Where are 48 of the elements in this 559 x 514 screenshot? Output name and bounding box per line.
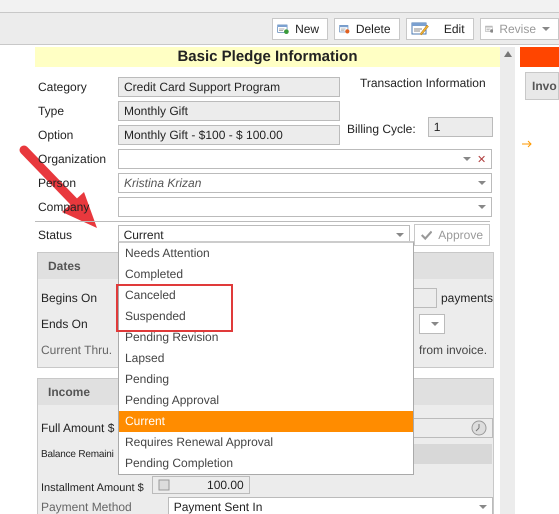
dropdown-caret-icon — [479, 505, 487, 509]
billing-cycle-field: 1 — [428, 117, 493, 137]
payment-method-field[interactable]: Payment Sent In — [168, 497, 493, 514]
field-label: Billing Cycle: — [347, 122, 416, 136]
field-label: Option — [38, 128, 74, 142]
field-label: payments — [440, 291, 493, 305]
date-field[interactable] — [412, 288, 437, 308]
form-field[interactable]: ✕ — [118, 149, 492, 169]
group-title: Income — [48, 385, 90, 399]
form-field[interactable] — [118, 197, 492, 217]
clock-icon — [471, 420, 487, 436]
panel-tab[interactable]: Invo — [525, 72, 559, 100]
form-field: Credit Card Support Program — [118, 77, 340, 97]
dropdown-caret-icon — [463, 157, 471, 161]
field-label: Ends On — [41, 317, 89, 331]
field-label: Type — [38, 104, 66, 118]
toolbar-button[interactable]: Delete — [334, 18, 400, 40]
group-title: Dates — [48, 259, 81, 273]
toolbar-button[interactable]: Edit — [406, 18, 474, 40]
scroll-up-icon[interactable] — [504, 51, 512, 57]
field-label: Organization — [38, 152, 108, 166]
form-field[interactable]: Kristina Krizan — [118, 173, 492, 193]
field-label: Status — [38, 228, 74, 242]
dropdown-caret-icon — [478, 205, 486, 209]
panel-header — [520, 47, 559, 67]
form-field: Monthly Gift — [118, 101, 340, 121]
dropdown-caret-icon — [396, 233, 404, 237]
dropdown-caret-icon — [431, 322, 439, 326]
calculator-icon — [158, 479, 170, 491]
checkmark-icon — [421, 229, 432, 241]
installment-field[interactable]: 100.00 — [152, 476, 250, 494]
field-label: Full Amount $ — [41, 421, 116, 435]
field-label: Begins On — [41, 291, 98, 305]
clear-icon[interactable]: ✕ — [477, 152, 486, 166]
field-label: Installment Amount $ — [41, 482, 144, 494]
field-label: Current Thru. — [41, 343, 114, 357]
note-text: from invoice. — [419, 343, 488, 357]
form-title: Basic Pledge Information — [35, 47, 500, 67]
section-label: Transaction Information — [360, 76, 486, 90]
date-field[interactable] — [419, 314, 445, 334]
field-label: Balance Remaini — [41, 448, 114, 460]
field-label: Payment Method — [41, 500, 132, 514]
arrow-right-icon — [522, 140, 532, 148]
toolbar-button[interactable]: New — [272, 18, 328, 40]
form-field: Monthly Gift - $100 - $ 100.00 — [118, 125, 340, 145]
dropdown-caret-icon — [478, 181, 486, 185]
field-label: Category — [38, 80, 88, 94]
pencil-form-icon — [410, 20, 429, 36]
